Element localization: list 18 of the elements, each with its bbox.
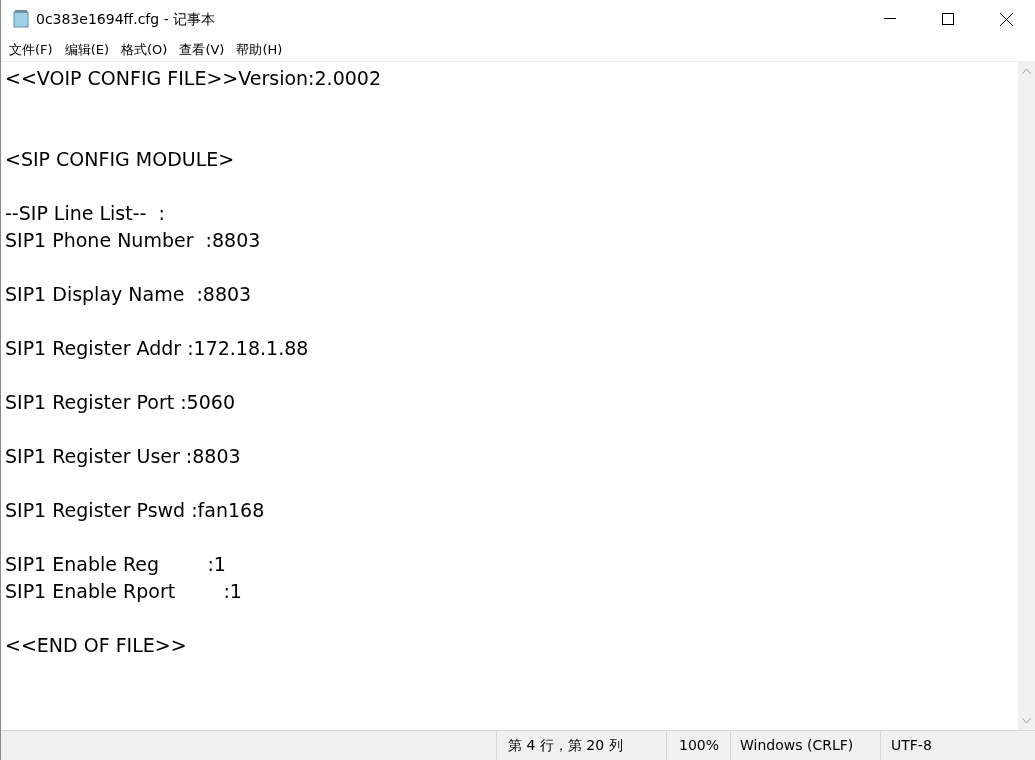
notepad-icon <box>12 10 30 28</box>
scroll-down-icon[interactable] <box>1022 718 1031 724</box>
encoding: UTF-8 <box>891 736 932 755</box>
vertical-scrollbar[interactable] <box>1018 62 1035 730</box>
menu-item[interactable]: 查看(V) <box>174 39 230 60</box>
window-title: 0c383e1694ff.cfg - 记事本 <box>36 9 216 29</box>
menu-item[interactable]: 帮助(H) <box>231 39 288 60</box>
maximize-icon <box>942 13 954 25</box>
line-ending: Windows (CRLF) <box>740 736 854 755</box>
scroll-up-icon[interactable] <box>1022 68 1031 74</box>
menu-item[interactable]: 编辑(E) <box>59 39 114 60</box>
menu-item[interactable]: 文件(F) <box>4 39 58 60</box>
editor-text[interactable]: <<VOIP CONFIG FILE>>Version:2.0002 <SIP CONFIG MODULE> --SIP Line List-- : SIP1 Phone Number :8803 SIP1 Display Name :8803 SIP1 Register Addr :172.18.1.88 SIP1 Register Port :5060 SIP1 Register User :8803 SIP1 Register Pswd :fan168 SIP1 Enable Reg :1 SIP1 Enable Rport :1 <<END OF FILE>> <box>1 62 1018 730</box>
menu-item[interactable]: 格式(O) <box>116 39 173 60</box>
minimize-icon <box>884 18 896 20</box>
zoom-level: 100% <box>679 736 720 755</box>
close-icon <box>999 12 1013 26</box>
cursor-position: 第 4 行，第 20 列 <box>508 736 623 755</box>
